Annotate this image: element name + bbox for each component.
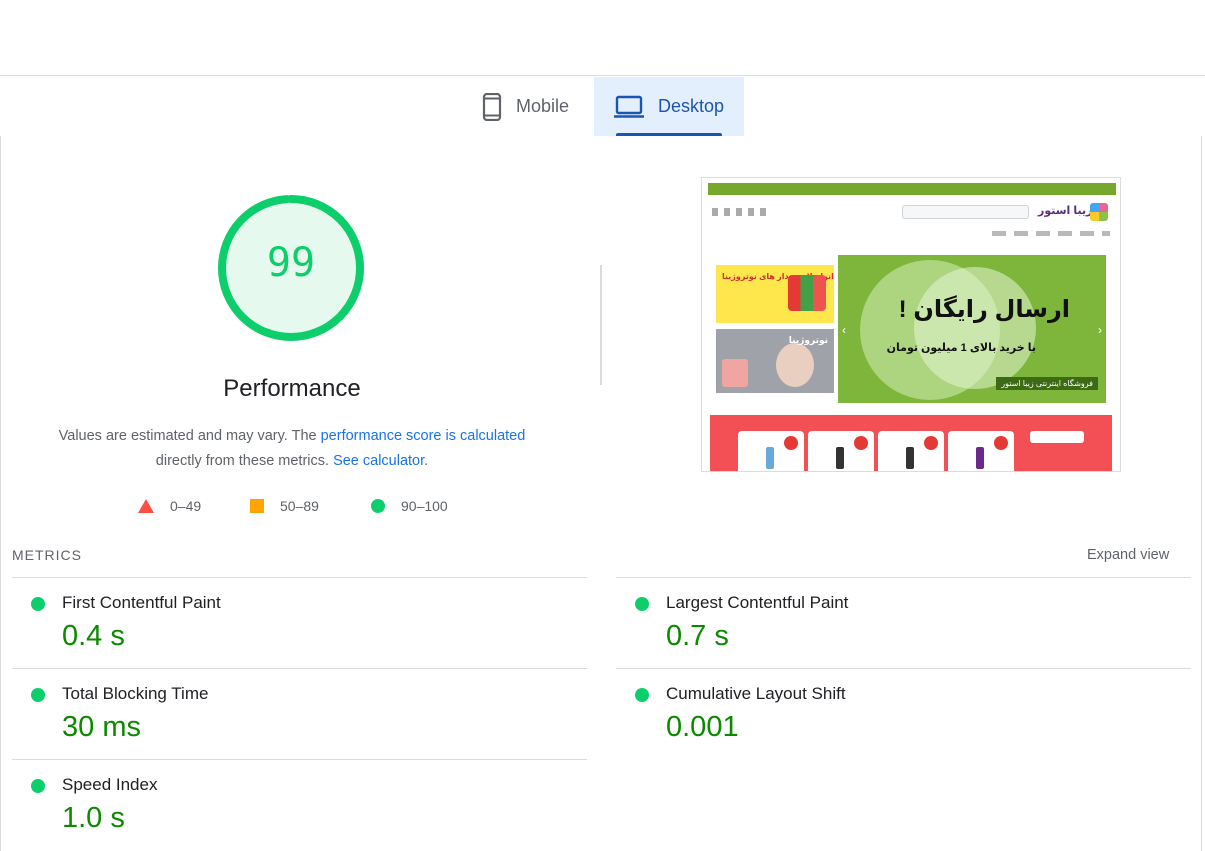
performance-score: 99 bbox=[266, 240, 316, 286]
banner-tag: فروشگاه اینترنتی زیبا استور bbox=[996, 377, 1098, 390]
metric-name: Largest Contentful Paint bbox=[666, 593, 849, 612]
description-text-1: Values are estimated and may vary. The bbox=[58, 428, 321, 444]
description-text-2: directly from these metrics. bbox=[155, 453, 334, 469]
metric-total-blocking-time[interactable]: Total Blocking Time 30 ms bbox=[12, 668, 587, 759]
metric-largest-contentful-paint[interactable]: Largest Contentful Paint 0.7 s bbox=[616, 577, 1191, 668]
average-square-icon bbox=[250, 499, 264, 513]
description-text-3: . bbox=[424, 453, 429, 469]
pass-circle-icon bbox=[31, 688, 45, 702]
site-side-ad-1: انواع لایه بردار های نوتروژینا bbox=[716, 265, 834, 323]
legend-pass: 90–100 bbox=[371, 496, 448, 516]
metrics-section-label: METRICS bbox=[12, 547, 82, 563]
final-screenshot-thumbnail[interactable]: زیبا استور ارسال رایگان ! با خرید بالای … bbox=[701, 177, 1121, 472]
legend-pass-range: 90–100 bbox=[401, 498, 448, 514]
device-tabs: Mobile Desktop bbox=[0, 77, 1205, 136]
site-logo-text: زیبا استور bbox=[1038, 205, 1093, 217]
chevron-right-icon: › bbox=[1098, 323, 1102, 337]
tab-mobile[interactable]: Mobile bbox=[466, 77, 594, 136]
laptop-icon bbox=[614, 95, 644, 118]
legend-fail-range: 0–49 bbox=[170, 498, 202, 514]
vertical-divider bbox=[600, 265, 602, 385]
score-calculated-link[interactable]: performance score is calculated bbox=[321, 428, 526, 444]
chevron-left-icon: ‹ bbox=[842, 323, 846, 337]
site-side-ad-2: نوتروژینا bbox=[716, 329, 834, 393]
metric-name: Speed Index bbox=[62, 775, 158, 794]
site-product-strip bbox=[710, 415, 1112, 471]
pass-circle-icon bbox=[635, 597, 649, 611]
metric-value: 0.4 s bbox=[62, 620, 125, 652]
site-search-box bbox=[902, 205, 1029, 219]
site-logo-icon bbox=[1090, 203, 1108, 221]
site-nav-links bbox=[992, 231, 1110, 236]
expand-view-button[interactable]: Expand view bbox=[1087, 547, 1169, 563]
metric-speed-index[interactable]: Speed Index 1.0 s bbox=[12, 759, 587, 850]
metric-cumulative-layout-shift[interactable]: Cumulative Layout Shift 0.001 bbox=[616, 668, 1191, 759]
pass-circle-icon bbox=[31, 779, 45, 793]
legend-average-range: 50–89 bbox=[280, 498, 319, 514]
legend-average: 50–89 bbox=[250, 496, 319, 516]
performance-description: Values are estimated and may vary. The p… bbox=[30, 424, 554, 474]
pass-circle-icon bbox=[31, 597, 45, 611]
metric-first-contentful-paint[interactable]: First Contentful Paint 0.4 s bbox=[12, 577, 587, 668]
performance-title: Performance bbox=[223, 375, 361, 402]
banner-title: ارسال رایگان ! bbox=[898, 296, 1070, 323]
metric-value: 0.7 s bbox=[666, 620, 729, 652]
top-bar bbox=[0, 0, 1205, 76]
site-hero-banner: ارسال رایگان ! با خرید بالای 1 میلیون تو… bbox=[838, 255, 1106, 403]
banner-subtitle: با خرید بالای 1 میلیون تومان bbox=[886, 342, 1036, 354]
metric-name: Total Blocking Time bbox=[62, 684, 209, 703]
metric-name: Cumulative Layout Shift bbox=[666, 684, 846, 703]
see-calculator-link[interactable]: See calculator bbox=[333, 453, 424, 469]
legend-fail: 0–49 bbox=[138, 496, 201, 516]
metric-value: 30 ms bbox=[62, 711, 141, 743]
smartphone-icon bbox=[482, 92, 502, 121]
side-ad-2-text: نوتروژینا bbox=[788, 335, 828, 345]
tab-desktop[interactable]: Desktop bbox=[594, 77, 744, 136]
site-top-bar bbox=[708, 183, 1116, 195]
tab-mobile-label: Mobile bbox=[516, 96, 570, 116]
pass-circle-icon bbox=[635, 688, 649, 702]
metric-value: 0.001 bbox=[666, 711, 739, 743]
metric-value: 1.0 s bbox=[62, 802, 125, 834]
pass-circle-icon bbox=[371, 499, 385, 513]
metric-name: First Contentful Paint bbox=[62, 593, 221, 612]
tab-desktop-label: Desktop bbox=[658, 96, 725, 116]
fail-triangle-icon bbox=[138, 499, 154, 513]
site-header-icons bbox=[712, 208, 772, 216]
